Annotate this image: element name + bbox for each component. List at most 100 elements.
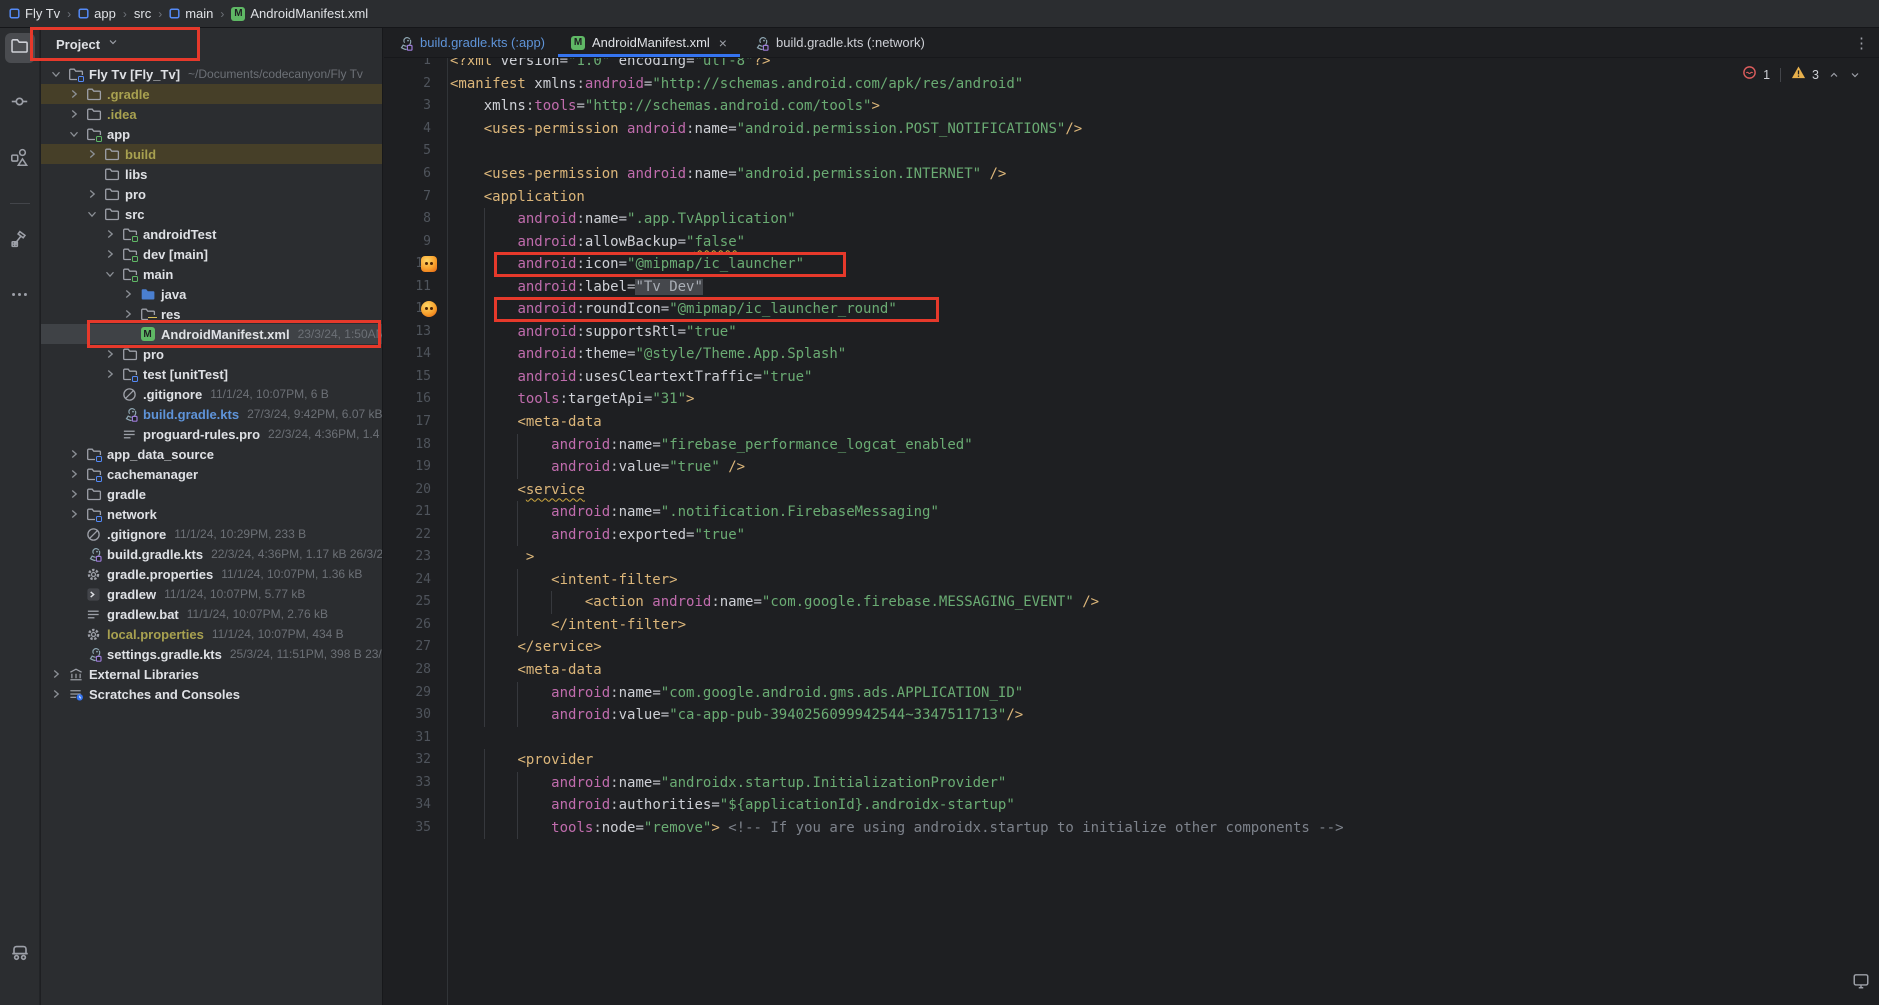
code-line[interactable]: 27 </service> — [384, 636, 1879, 659]
code-line[interactable]: 31 — [384, 727, 1879, 750]
tree-row[interactable]: .gradle — [41, 84, 382, 104]
commit-tool-button[interactable] — [5, 89, 35, 119]
tree-row[interactable]: External Libraries — [41, 664, 382, 684]
code-area[interactable]: 1<?xml version="1.0" encoding="utf-8"?>2… — [384, 58, 1879, 839]
tree-row[interactable]: gradlew.bat11/1/24, 10:07PM, 2.76 kB — [41, 604, 382, 624]
tree-row[interactable]: gradle.properties11/1/24, 10:07PM, 1.36 … — [41, 564, 382, 584]
code-line[interactable]: 10 android:icon="@mipmap/ic_launcher" — [384, 253, 1879, 276]
tree-row[interactable]: pro — [41, 344, 382, 364]
code-line[interactable]: 21 android:name=".notification.FirebaseM… — [384, 501, 1879, 524]
code-line[interactable]: 34 android:authorities="${applicationId}… — [384, 794, 1879, 817]
tree-row[interactable]: build — [41, 144, 382, 164]
tree-row[interactable]: settings.gradle.kts25/3/24, 11:51PM, 398… — [41, 644, 382, 664]
code-line[interactable]: 18 android:name="firebase_performance_lo… — [384, 434, 1879, 457]
editor-tab[interactable]: MAndroidManifest.xml× — [558, 28, 740, 57]
services-tool-button[interactable] — [5, 939, 35, 969]
code-line[interactable]: 23 > — [384, 546, 1879, 569]
chevron-right-icon[interactable] — [84, 146, 100, 162]
tree-row[interactable]: gradle — [41, 484, 382, 504]
tree-row[interactable]: cachemanager — [41, 464, 382, 484]
editor-tab[interactable]: build.gradle.kts (:network) — [740, 28, 938, 57]
code-line[interactable]: 24 <intent-filter> — [384, 569, 1879, 592]
tree-row[interactable]: app — [41, 124, 382, 144]
tree-row[interactable]: main — [41, 264, 382, 284]
code-line[interactable]: 7 <application — [384, 186, 1879, 209]
code-line[interactable]: 14 android:theme="@style/Theme.App.Splas… — [384, 343, 1879, 366]
tree-row[interactable]: res — [41, 304, 382, 324]
code-line[interactable]: 15 android:usesCleartextTraffic="true" — [384, 366, 1879, 389]
tree-row[interactable]: proguard-rules.pro22/3/24, 4:36PM, 1.4 k… — [41, 424, 382, 444]
code-line[interactable]: 12 android:roundIcon="@mipmap/ic_launche… — [384, 298, 1879, 321]
code-line[interactable]: 30 android:value="ca-app-pub-39402560999… — [384, 704, 1879, 727]
close-icon[interactable]: × — [719, 35, 727, 51]
chevron-right-icon[interactable] — [102, 346, 118, 362]
code-line[interactable]: 9 android:allowBackup="false" — [384, 231, 1879, 254]
project-tool-button[interactable] — [5, 33, 35, 63]
chevron-right-icon[interactable] — [102, 366, 118, 382]
chevron-right-icon[interactable] — [120, 306, 136, 322]
chevron-up-icon[interactable] — [1828, 69, 1840, 81]
chevron-right-icon[interactable] — [66, 446, 82, 462]
tree-row[interactable]: java — [41, 284, 382, 304]
code-line[interactable]: 5 — [384, 140, 1879, 163]
tree-row[interactable]: Fly Tv [Fly_Tv]~/Documents/codecanyon/Fl… — [41, 64, 382, 84]
chevron-down-icon[interactable] — [66, 126, 82, 142]
device-frame-icon[interactable] — [1852, 972, 1870, 995]
chevron-right-icon[interactable] — [48, 686, 64, 702]
inspections-widget[interactable]: 1 3 — [1742, 65, 1861, 85]
code-line[interactable]: 16 tools:targetApi="31"> — [384, 388, 1879, 411]
chevron-right-icon[interactable] — [66, 506, 82, 522]
code-line[interactable]: 28 <meta-data — [384, 659, 1879, 682]
tree-row[interactable]: MAndroidManifest.xml23/3/24, 1:50AM, 2.2 — [41, 324, 382, 344]
tree-row[interactable]: .gitignore11/1/24, 10:07PM, 6 B — [41, 384, 382, 404]
tree-row[interactable]: .gitignore11/1/24, 10:29PM, 233 B — [41, 524, 382, 544]
chevron-right-icon[interactable] — [120, 286, 136, 302]
project-panel-header[interactable]: Project — [41, 28, 382, 60]
code-line[interactable]: 19 android:value="true" /> — [384, 456, 1879, 479]
tree-row[interactable]: pro — [41, 184, 382, 204]
breadcrumb-item[interactable]: app — [78, 6, 116, 21]
chevron-right-icon[interactable] — [102, 226, 118, 242]
chevron-right-icon[interactable] — [48, 666, 64, 682]
chevron-down-icon[interactable] — [84, 206, 100, 222]
tree-row[interactable]: build.gradle.kts27/3/24, 9:42PM, 6.07 kB… — [41, 404, 382, 424]
chevron-right-icon[interactable] — [102, 246, 118, 262]
build-tool-button[interactable] — [5, 226, 35, 256]
launcher-round-gutter-icon[interactable] — [421, 301, 437, 317]
tree-row[interactable]: libs — [41, 164, 382, 184]
chevron-down-icon[interactable] — [48, 66, 64, 82]
breadcrumb-item[interactable]: Fly Tv — [9, 6, 60, 21]
breadcrumb-item[interactable]: MAndroidManifest.xml — [231, 6, 368, 21]
chevron-down-icon[interactable] — [102, 266, 118, 282]
code-line[interactable]: 22 android:exported="true" — [384, 524, 1879, 547]
code-line[interactable]: 11 android:label="Tv Dev" — [384, 276, 1879, 299]
code-line[interactable]: 32 <provider — [384, 749, 1879, 772]
tree-row[interactable]: dev [main] — [41, 244, 382, 264]
tree-row[interactable]: .idea — [41, 104, 382, 124]
chevron-right-icon[interactable] — [66, 86, 82, 102]
tree-row[interactable]: build.gradle.kts22/3/24, 4:36PM, 1.17 kB… — [41, 544, 382, 564]
chevron-right-icon[interactable] — [66, 486, 82, 502]
more-tools-button[interactable] — [5, 282, 35, 312]
chevron-down-icon[interactable] — [107, 35, 119, 53]
breadcrumb-item[interactable]: src — [134, 6, 151, 21]
code-line[interactable]: 2<manifest xmlns:android="http://schemas… — [384, 73, 1879, 96]
code-line[interactable]: 4 <uses-permission android:name="android… — [384, 118, 1879, 141]
tab-options-icon[interactable]: ⋮ — [1854, 28, 1870, 57]
tree-row[interactable]: network — [41, 504, 382, 524]
tree-row[interactable]: local.properties11/1/24, 10:07PM, 434 B — [41, 624, 382, 644]
tree-row[interactable]: Scratches and Consoles — [41, 684, 382, 704]
chevron-right-icon[interactable] — [66, 106, 82, 122]
code-line[interactable]: 25 <action android:name="com.google.fire… — [384, 591, 1879, 614]
code-line[interactable]: 13 android:supportsRtl="true" — [384, 321, 1879, 344]
code-line[interactable]: 26 </intent-filter> — [384, 614, 1879, 637]
tree-row[interactable]: gradlew11/1/24, 10:07PM, 5.77 kB — [41, 584, 382, 604]
chevron-down-icon[interactable] — [1849, 69, 1861, 81]
structure-tool-button[interactable] — [5, 145, 35, 175]
code-line[interactable]: 6 <uses-permission android:name="android… — [384, 163, 1879, 186]
chevron-right-icon[interactable] — [84, 186, 100, 202]
code-line[interactable]: 17 <meta-data — [384, 411, 1879, 434]
tree-row[interactable]: test [unitTest] — [41, 364, 382, 384]
launcher-square-gutter-icon[interactable] — [421, 256, 437, 272]
code-line[interactable]: 8 android:name=".app.TvApplication" — [384, 208, 1879, 231]
